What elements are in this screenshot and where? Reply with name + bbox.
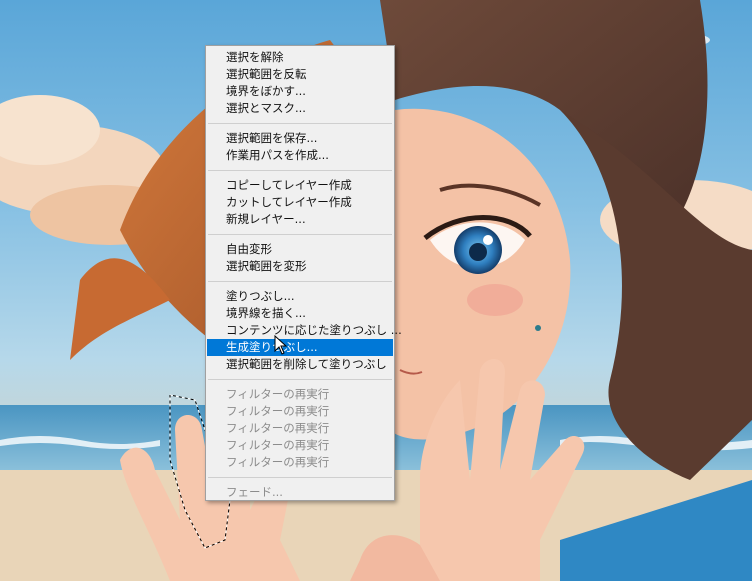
- menu-item[interactable]: 塗りつぶし...: [206, 288, 394, 305]
- menu-item[interactable]: 境界線を描く...: [206, 305, 394, 322]
- menu-item[interactable]: 選択を解除: [206, 49, 394, 66]
- menu-separator: [208, 170, 392, 171]
- menu-item: フィルターの再実行: [226, 455, 330, 469]
- menu-item: フェード...: [226, 485, 283, 499]
- menu-separator: [208, 477, 392, 478]
- menu-item[interactable]: 選択範囲を変形: [206, 258, 394, 275]
- menu-item[interactable]: コンテンツに応じた塗りつぶし ...: [206, 322, 402, 339]
- context-menu: 選択を解除 選択範囲を反転 境界をぼかす... 選択とマスク... 選択範囲を保存...…: [205, 45, 402, 501]
- menu-item[interactable]: 選択とマスク...: [206, 100, 394, 117]
- menu-separator: [208, 123, 392, 124]
- menu-item[interactable]: 作業用パスを作成...: [206, 147, 394, 164]
- menu-item: フィルターの再実行: [226, 404, 330, 418]
- menu-item[interactable]: 境界をぼかす...: [206, 83, 394, 100]
- arrow-cursor-icon: [274, 335, 288, 355]
- menu-item[interactable]: コピーしてレイヤー作成: [206, 177, 394, 194]
- menu-item[interactable]: 生成塗りつぶし...: [207, 339, 393, 356]
- menu-item: フィルターの再実行: [226, 438, 330, 452]
- menu-separator: [208, 234, 392, 235]
- menu-item[interactable]: カットしてレイヤー作成: [206, 194, 394, 211]
- menu-item[interactable]: 選択範囲を反転: [206, 66, 394, 83]
- menu-item[interactable]: 新規レイヤー...: [206, 211, 394, 228]
- menu-item[interactable]: 選択範囲を削除して塗りつぶし: [206, 356, 394, 373]
- menu-item[interactable]: 選択範囲を保存...: [206, 130, 394, 147]
- menu-item: フィルターの再実行: [226, 421, 330, 435]
- menu-separator: [208, 281, 392, 282]
- menu-separator: [208, 379, 392, 380]
- menu-item[interactable]: 自由変形: [206, 241, 394, 258]
- menu-item: フィルターの再実行: [226, 387, 330, 401]
